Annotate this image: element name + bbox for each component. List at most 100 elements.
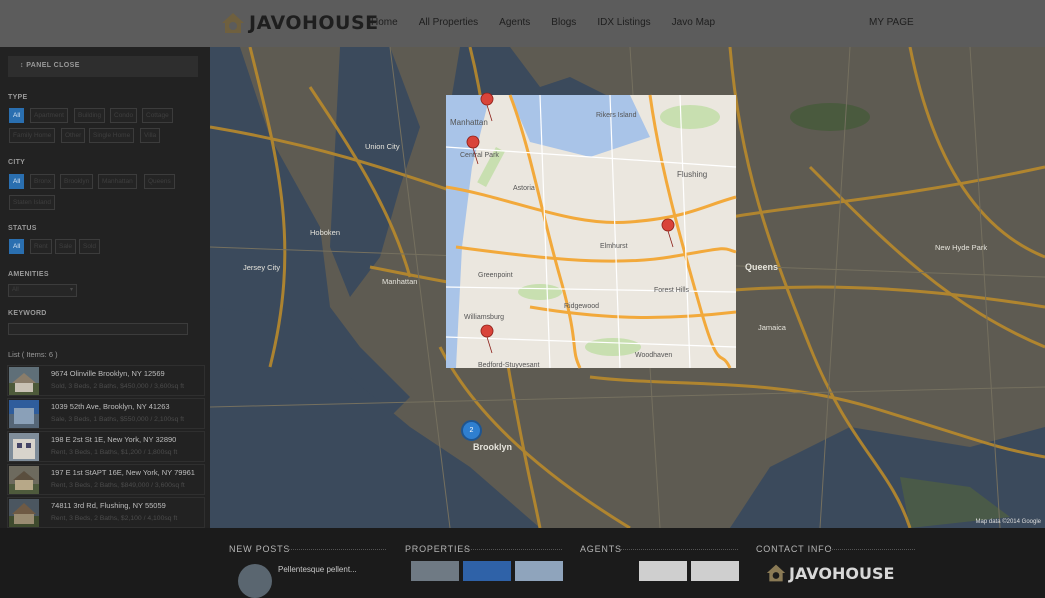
- list-item-details: Rent, 3 Beds, 1 Baths, $1,200 / 1,800sq …: [51, 449, 178, 456]
- property-thumbnail[interactable]: [411, 561, 459, 581]
- city-chip-manhattan[interactable]: Manhattan: [98, 174, 137, 189]
- amenities-title: AMENITIES: [8, 271, 49, 278]
- footer-new-posts-title: NEW POSTS: [229, 544, 291, 554]
- map-label: Central Park: [460, 152, 499, 159]
- property-thumbnail: [9, 433, 39, 461]
- house-logo-icon: [766, 564, 786, 582]
- map-label: Ridgewood: [564, 303, 599, 310]
- map-label: Brooklyn: [473, 442, 512, 452]
- house-logo-icon: [222, 13, 244, 33]
- nav-blogs[interactable]: Blogs: [551, 17, 576, 28]
- status-chip-all[interactable]: All: [9, 239, 25, 254]
- type-chip-building[interactable]: Building: [74, 108, 106, 123]
- property-thumbnail: [9, 499, 39, 527]
- property-thumbnail[interactable]: [515, 561, 563, 581]
- list-item-details: Rent, 3 Beds, 2 Baths, $849,000 / 3,600s…: [51, 482, 185, 489]
- list-count: List ( Items: 6 ): [8, 350, 58, 359]
- city-chip-queens[interactable]: Queens: [144, 174, 175, 189]
- list-item-details: Sold, 3 Beds, 2 Baths, $450,000 / 3,600s…: [51, 383, 185, 390]
- list-item[interactable]: 198 E 2st St 1E, New York, NY 32890 Rent…: [7, 431, 205, 462]
- map-label: Astoria: [513, 185, 535, 192]
- city-chip-all[interactable]: All: [9, 174, 25, 189]
- main-nav: Home All Properties Agents Blogs IDX Lis…: [371, 17, 736, 28]
- keyword-input[interactable]: [8, 323, 188, 335]
- amenities-value: All: [12, 287, 19, 293]
- map-cluster-marker[interactable]: 2: [461, 420, 482, 441]
- footer-contact-title: CONTACT INFO: [756, 544, 833, 554]
- map-label: Greenpoint: [478, 272, 513, 279]
- type-chip-villa[interactable]: Villa: [140, 128, 161, 143]
- map-label: Queens: [745, 262, 778, 272]
- logo-text: JAVOHOUSE: [249, 12, 379, 34]
- panel-close-button[interactable]: ↕ PANEL CLOSE: [8, 56, 198, 77]
- status-chip-rent[interactable]: Rent: [30, 239, 52, 254]
- agent-avatar[interactable]: [691, 561, 739, 581]
- nav-home[interactable]: Home: [371, 17, 398, 28]
- amenities-select[interactable]: All ▾: [8, 284, 77, 297]
- nav-idx-listings[interactable]: IDX Listings: [597, 17, 650, 28]
- type-chip-condo[interactable]: Condo: [110, 108, 138, 123]
- list-item-title: 9674 Olinville Brooklyn, NY 12569: [51, 369, 165, 378]
- divider: [830, 549, 915, 550]
- list-item[interactable]: 74811 3rd Rd, Flushing, NY 55059 Rent, 3…: [7, 497, 205, 528]
- footer-properties-title: PROPERTIES: [405, 544, 471, 554]
- city-chip-bronx[interactable]: Bronx: [30, 174, 55, 189]
- divider: [464, 549, 562, 550]
- type-chip-apartment[interactable]: Apartment: [30, 108, 68, 123]
- map-label: Elmhurst: [600, 243, 628, 250]
- map-attribution: Map data ©2014 Google: [975, 519, 1041, 525]
- nav-all-properties[interactable]: All Properties: [419, 17, 478, 28]
- footer: NEW POSTS PROPERTIES AGENTS CONTACT INFO…: [0, 528, 1045, 598]
- type-title: TYPE: [8, 94, 28, 101]
- status-chip-sale[interactable]: Sale: [55, 239, 77, 254]
- footer-agents-title: AGENTS: [580, 544, 622, 554]
- property-thumbnail[interactable]: [463, 561, 511, 581]
- map-label: Jersey City: [243, 263, 280, 272]
- list-item[interactable]: 197 E 1st StAPT 16E, New York, NY 79961 …: [7, 464, 205, 495]
- map-label: Forest Hills: [654, 287, 690, 294]
- map-label: Manhattan: [382, 277, 417, 286]
- type-chip-all[interactable]: All: [9, 108, 25, 123]
- city-title: CITY: [8, 159, 26, 166]
- map-label: Bedford-Stuyvesant: [478, 362, 540, 369]
- list-item-title: 198 E 2st St 1E, New York, NY 32890: [51, 435, 177, 444]
- post-thumbnail[interactable]: [238, 564, 272, 598]
- city-chip-brooklyn[interactable]: Brooklyn: [60, 174, 94, 189]
- keyword-title: KEYWORD: [8, 310, 47, 317]
- map-label: Woodhaven: [635, 352, 672, 359]
- type-chip-family-home[interactable]: Family Home: [9, 128, 56, 143]
- footer-logo: JAVOHOUSE: [766, 563, 894, 583]
- map-label: Manhattan: [450, 118, 488, 127]
- site-logo[interactable]: JAVOHOUSE: [221, 9, 379, 37]
- agent-avatar[interactable]: [639, 561, 687, 581]
- list-item-title: 74811 3rd Rd, Flushing, NY 55059: [51, 501, 166, 510]
- top-header: JAVOHOUSE Home All Properties Agents Blo…: [0, 0, 1045, 47]
- map-label: Williamsburg: [464, 314, 504, 321]
- property-thumbnail: [9, 466, 39, 494]
- my-page-link[interactable]: MY PAGE: [869, 17, 914, 28]
- map-label: Union City: [365, 142, 400, 151]
- city-chip-staten-island[interactable]: Staten Island: [9, 195, 55, 210]
- map-label: Flushing: [677, 170, 707, 179]
- list-item[interactable]: 1039 52th Ave, Brooklyn, NY 41263 Sale, …: [7, 398, 205, 429]
- status-chip-sold[interactable]: Sold: [79, 239, 101, 254]
- map-canvas: Union City Hoboken Jersey City Manhattan…: [210, 47, 1045, 528]
- list-item-details: Sale, 3 Beds, 1 Baths, $550,000 / 2,100s…: [51, 416, 185, 423]
- list-item[interactable]: 9674 Olinville Brooklyn, NY 12569 Sold, …: [7, 365, 205, 396]
- map-label: Rikers Island: [596, 112, 637, 119]
- list-item-title: 1039 52th Ave, Brooklyn, NY 41263: [51, 402, 170, 411]
- type-chip-cottage[interactable]: Cottage: [142, 108, 173, 123]
- map-view[interactable]: Union City Hoboken Jersey City Manhattan…: [210, 47, 1045, 528]
- chevron-down-icon: ▾: [69, 287, 73, 293]
- divider: [620, 549, 738, 550]
- nav-agents[interactable]: Agents: [499, 17, 530, 28]
- map-label: New Hyde Park: [935, 243, 987, 252]
- nav-javo-map[interactable]: Javo Map: [672, 17, 715, 28]
- divider: [288, 549, 386, 550]
- type-chip-other[interactable]: Other: [61, 128, 86, 143]
- type-chip-single-home[interactable]: Single Home: [89, 128, 135, 143]
- post-link[interactable]: Pellentesque pellent...: [278, 565, 357, 574]
- footer-logo-text: JAVOHOUSE: [789, 563, 895, 583]
- list-item-details: Rent, 3 Beds, 2 Baths, $2,100 / 4,100sq …: [51, 515, 178, 522]
- filter-sidebar: ↕ PANEL CLOSE TYPE All Apartment Buildin…: [0, 47, 210, 528]
